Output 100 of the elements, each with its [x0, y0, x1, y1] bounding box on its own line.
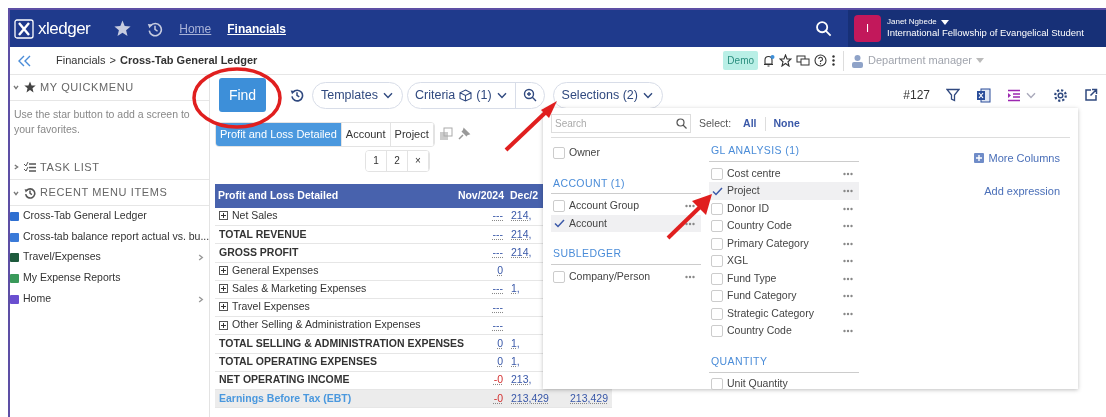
- option-label[interactable]: Primary Category: [727, 235, 809, 252]
- option-label[interactable]: Project: [727, 183, 760, 199]
- chevron-icon: [12, 188, 20, 197]
- chevron-icon: [196, 294, 205, 304]
- checkbox[interactable]: [711, 185, 723, 197]
- expand-icon[interactable]: [219, 320, 228, 330]
- option-label[interactable]: Country Code: [727, 218, 792, 234]
- external-link-icon[interactable]: [1084, 88, 1098, 102]
- breadcrumb-separator: >: [109, 53, 116, 69]
- star-icon[interactable]: [24, 81, 36, 94]
- value-link[interactable]: -0: [493, 373, 503, 386]
- value-link[interactable]: ---: [492, 300, 503, 313]
- value-link[interactable]: 1,: [511, 282, 520, 295]
- option-label[interactable]: XGL: [727, 253, 748, 269]
- more-columns-link[interactable]: More Columns: [974, 150, 1060, 167]
- expand-icon[interactable]: [219, 265, 228, 275]
- option-label[interactable]: Owner: [569, 144, 600, 161]
- option-label[interactable]: Strategic Category: [727, 305, 814, 322]
- selections-button[interactable]: Selections (2): [552, 81, 663, 109]
- value-link[interactable]: 214,: [511, 246, 532, 259]
- option-label[interactable]: Fund Type: [727, 270, 777, 287]
- avatar[interactable]: I: [854, 15, 881, 42]
- collapse-icon[interactable]: [18, 54, 32, 67]
- menu-item-icon: [10, 231, 19, 242]
- history-icon[interactable]: [147, 20, 164, 37]
- history-icon[interactable]: [24, 186, 36, 199]
- indent-icon[interactable]: [1007, 88, 1021, 102]
- menu-item-icon: [10, 252, 19, 263]
- value-link[interactable]: 0: [497, 355, 503, 368]
- menu-item[interactable]: Cross-Tab General Ledger: [23, 207, 147, 224]
- value-link[interactable]: 0: [497, 337, 503, 350]
- menu-item[interactable]: Travel/Expenses: [23, 249, 101, 266]
- excel-icon[interactable]: [976, 87, 991, 103]
- bell-icon[interactable]: [762, 54, 776, 67]
- value-link[interactable]: 214,: [511, 209, 532, 222]
- nav-link[interactable]: Home: [179, 19, 212, 38]
- nav-link[interactable]: Financials: [227, 19, 286, 38]
- select-all-link[interactable]: All: [743, 115, 757, 132]
- menu-item[interactable]: Home: [23, 290, 51, 307]
- option-label[interactable]: Country Code: [727, 323, 792, 339]
- chevron-icon: [196, 253, 205, 263]
- value-link[interactable]: ---: [492, 246, 503, 259]
- option-label[interactable]: Donor ID: [727, 200, 769, 217]
- task-list-icon: [24, 161, 36, 173]
- menu-item[interactable]: My Expense Reports: [23, 270, 121, 286]
- person-icon[interactable]: [851, 53, 865, 68]
- value-link[interactable]: 0: [497, 264, 503, 277]
- help-icon[interactable]: [814, 54, 828, 67]
- option-label[interactable]: Cost centre: [727, 165, 781, 182]
- add-expression-link[interactable]: Add expression: [984, 182, 1060, 199]
- value-link[interactable]: ---: [492, 318, 503, 331]
- section-header[interactable]: RECENT MENU ITEMS: [40, 184, 168, 201]
- value-link[interactable]: ---: [492, 209, 503, 222]
- page-button[interactable]: 1: [366, 150, 387, 171]
- expand-icon[interactable]: [219, 284, 228, 294]
- value-link[interactable]: ---: [492, 227, 503, 240]
- expand-icon[interactable]: [219, 302, 228, 312]
- option-label[interactable]: Fund Category: [727, 288, 797, 304]
- row-label: Sales & Marketing Expenses: [232, 280, 367, 296]
- search-field[interactable]: Search: [551, 114, 691, 133]
- option-label[interactable]: Unit Quantity: [727, 376, 788, 393]
- settings-icon[interactable]: [1053, 87, 1068, 103]
- expand-icon[interactable]: [219, 211, 228, 221]
- option-label[interactable]: Company/Person: [569, 268, 651, 285]
- option-label[interactable]: Account Group: [569, 198, 640, 214]
- caret-icon[interactable]: [940, 19, 949, 26]
- star-outline-icon[interactable]: [779, 54, 793, 67]
- value-link[interactable]: -0: [493, 391, 503, 404]
- menu-item[interactable]: Cross-tab balance report actual vs. bu...: [23, 228, 210, 245]
- value-link[interactable]: ---: [492, 282, 503, 295]
- row-label: Other Selling & Administration Expenses: [232, 317, 421, 333]
- section-header[interactable]: MY QUICKMENU: [40, 79, 134, 96]
- select-none-link[interactable]: None: [773, 115, 800, 132]
- chevron-icon: [12, 83, 20, 92]
- breadcrumb-item[interactable]: Financials: [56, 52, 106, 69]
- logo-icon[interactable]: [14, 18, 34, 39]
- search-icon[interactable]: [815, 20, 832, 38]
- row-label: Net Sales: [232, 207, 278, 223]
- user-name[interactable]: Janet Ngbede: [887, 18, 937, 28]
- checkbox[interactable]: [553, 217, 565, 230]
- chat-icon[interactable]: [796, 54, 811, 67]
- value-link[interactable]: 213,: [511, 373, 532, 386]
- menu-item-icon: [10, 273, 19, 284]
- row-label: Travel Expenses: [232, 298, 310, 314]
- more-icon[interactable]: [831, 54, 837, 67]
- value-link[interactable]: 1,: [511, 355, 520, 368]
- templates-button[interactable]: Templates: [312, 81, 403, 109]
- logo-text[interactable]: xledger: [38, 15, 91, 42]
- copy-icon[interactable]: [438, 127, 453, 142]
- filter-icon[interactable]: [946, 88, 960, 102]
- section-header[interactable]: TASK LIST: [40, 158, 100, 176]
- column-header: Profit and Loss Detailed: [215, 183, 451, 208]
- value-link[interactable]: 1,: [511, 337, 520, 350]
- value-link[interactable]: 214,: [511, 227, 532, 240]
- row-label: General Expenses: [232, 262, 319, 278]
- pin-icon[interactable]: [456, 127, 471, 142]
- annotation-arrow: [504, 101, 557, 152]
- row-label: TOTAL REVENUE: [219, 226, 307, 242]
- star-icon[interactable]: [114, 20, 132, 37]
- history-icon[interactable]: [290, 88, 304, 102]
